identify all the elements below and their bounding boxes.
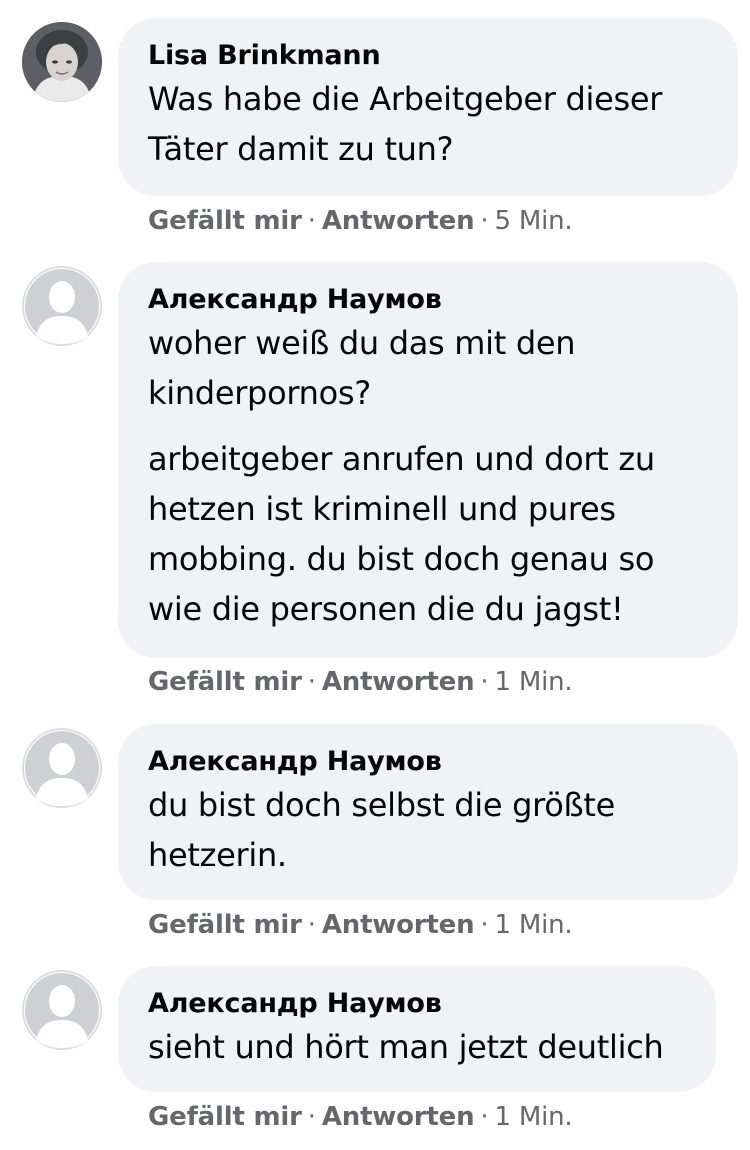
comment-author[interactable]: Александр Наумов (148, 744, 708, 780)
comment-text-line: hetzerin. (148, 836, 287, 874)
separator: · (307, 667, 316, 697)
comment-actions: Gefällt mir · Antworten · 1 Min. (148, 1100, 573, 1134)
reply-link[interactable]: Antworten (322, 1102, 475, 1132)
comment-text-line: kinderpornos? (148, 374, 371, 412)
comment-text-line: sieht und hört man jetzt deutlich (148, 1028, 664, 1066)
comment-text-line: arbeitgeber anrufen und dort zu (148, 440, 655, 478)
like-link[interactable]: Gefällt mir (148, 1102, 302, 1132)
timestamp[interactable]: 1 Min. (494, 1102, 572, 1132)
comment-text-line: hetzen ist kriminell und pures (148, 490, 616, 528)
timestamp[interactable]: 1 Min. (494, 667, 572, 697)
comment-text-line: du bist doch selbst die größte (148, 786, 616, 824)
default-user-icon (25, 973, 99, 1048)
comment-bubble: Александр Наумов du bist doch selbst die… (118, 724, 738, 900)
timestamp[interactable]: 1 Min. (494, 910, 572, 940)
timestamp[interactable]: 5 Min. (494, 206, 572, 236)
comment-paragraph: arbeitgeber anrufen und dort zu hetzen i… (148, 434, 708, 634)
comment-author[interactable]: Александр Наумов (148, 986, 686, 1022)
reply-link[interactable]: Antworten (322, 667, 475, 697)
separator: · (307, 1102, 316, 1132)
like-link[interactable]: Gefällt mir (148, 910, 302, 940)
comment-author[interactable]: Александр Наумов (148, 282, 708, 318)
avatar[interactable] (22, 266, 102, 346)
avatar[interactable] (22, 728, 102, 808)
comment-text-line: woher weiß du das mit den (148, 324, 576, 362)
comment-bubble: Lisa Brinkmann Was habe die Arbeitgeber … (118, 18, 738, 196)
comment-bubble: Александр Наумов woher weiß du das mit d… (118, 262, 738, 658)
default-user-icon (25, 731, 99, 806)
comment-actions: Gefällt mir · Antworten · 1 Min. (148, 908, 573, 942)
separator: · (307, 206, 316, 236)
comment-text-line: wie die personen die du jagst! (148, 590, 624, 628)
avatar[interactable] (22, 22, 102, 102)
separator: · (480, 910, 489, 940)
comment-paragraph: woher weiß du das mit den kinderpornos? (148, 318, 708, 418)
comment-text-line: Was habe die Arbeitgeber dieser (148, 80, 663, 118)
comment-actions: Gefällt mir · Antworten · 1 Min. (148, 665, 573, 699)
comment-author[interactable]: Lisa Brinkmann (148, 38, 708, 74)
like-link[interactable]: Gefällt mir (148, 206, 302, 236)
separator: · (307, 910, 316, 940)
comment-text-line: Täter damit zu tun? (148, 130, 454, 168)
comment-actions: Gefällt mir · Antworten · 5 Min. (148, 204, 573, 238)
comment-text-line: mobbing. du bist doch genau so (148, 540, 655, 578)
like-link[interactable]: Gefällt mir (148, 667, 302, 697)
separator: · (480, 206, 489, 236)
comment-paragraph: du bist doch selbst die größte hetzerin. (148, 780, 708, 880)
profile-photo-icon (22, 22, 102, 102)
default-user-icon (25, 269, 99, 344)
comment-bubble: Александр Наумов sieht und hört man jetz… (118, 966, 716, 1092)
avatar[interactable] (22, 970, 102, 1050)
separator: · (480, 667, 489, 697)
comment-paragraph: Was habe die Arbeitgeber dieser Täter da… (148, 74, 708, 174)
separator: · (480, 1102, 489, 1132)
reply-link[interactable]: Antworten (322, 206, 475, 236)
comment-paragraph: sieht und hört man jetzt deutlich (148, 1022, 686, 1072)
reply-link[interactable]: Antworten (322, 910, 475, 940)
